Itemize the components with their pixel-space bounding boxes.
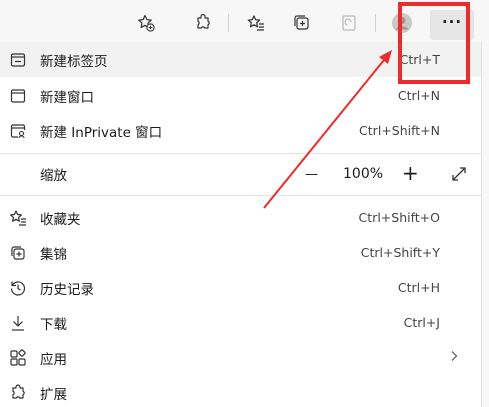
fullscreen-button[interactable]: [450, 165, 468, 187]
menu-item-favorites[interactable]: 收藏夹 Ctrl+Shift+O: [0, 200, 481, 235]
menu-item-label: 新建标签页: [40, 53, 108, 70]
extensions-button[interactable]: [188, 8, 218, 38]
menu-item-label: 下载: [40, 316, 67, 333]
menu-item-downloads[interactable]: 下载 Ctrl+J: [0, 305, 481, 340]
zoom-out-button[interactable]: —: [305, 167, 318, 182]
favorites-list-icon: [247, 15, 264, 31]
menu-item-new-inprivate-window[interactable]: 新建 InPrivate 窗口 Ctrl+Shift+N: [0, 113, 481, 148]
zoom-label: 缩放: [40, 168, 67, 184]
avatar-icon: [392, 13, 412, 33]
apps-icon: [9, 348, 27, 367]
collections-button[interactable]: [287, 8, 317, 38]
menu-item-shortcut: Ctrl+J: [403, 315, 440, 330]
inprivate-window-icon: [9, 122, 27, 140]
menu-item-shortcut: Ctrl+Shift+N: [359, 123, 440, 138]
menu-divider: [0, 153, 481, 154]
menu-item-new-tab[interactable]: 新建标签页 Ctrl+T: [0, 42, 481, 77]
more-icon: ···: [441, 12, 463, 31]
menu-item-extensions[interactable]: 扩展: [0, 375, 481, 407]
menu-item-shortcut: Ctrl+Shift+O: [358, 210, 440, 225]
zoom-level: 100%: [343, 166, 384, 182]
menu-item-label: 应用: [40, 351, 67, 368]
menu-item-shortcut: Ctrl+Shift+Y: [360, 245, 440, 260]
new-window-icon: [9, 87, 27, 105]
menu-item-shortcut: Ctrl+H: [397, 280, 440, 295]
fullscreen-icon: [452, 167, 466, 181]
add-favorite-button[interactable]: [131, 8, 161, 38]
puzzle-icon: [9, 383, 27, 402]
menu-item-new-window[interactable]: 新建窗口 Ctrl+N: [0, 78, 481, 113]
browser-root: ··· 新建标签页 Ctrl+T 新建窗口 Ctrl+N 新建 InPrivat…: [0, 0, 489, 407]
page-icon: [342, 15, 356, 31]
edge-bar-button[interactable]: [334, 8, 364, 38]
favorites-button[interactable]: [241, 8, 271, 38]
menu-item-label: 新建窗口: [40, 89, 94, 106]
menu-item-collections[interactable]: 集锦 Ctrl+Shift+Y: [0, 235, 481, 270]
history-icon: [9, 279, 27, 297]
menu-item-label: 扩展: [40, 386, 67, 403]
menu-item-zoom: 缩放 — 100% +: [0, 156, 481, 192]
collections-icon: [9, 244, 27, 262]
favorites-icon: [9, 209, 27, 227]
menu-item-label: 新建 InPrivate 窗口: [40, 124, 163, 141]
menu-item-history[interactable]: 历史记录 Ctrl+H: [0, 270, 481, 305]
toolbar-separator: [228, 14, 229, 32]
menu-item-shortcut: Ctrl+N: [397, 88, 440, 103]
browser-toolbar: ···: [0, 0, 489, 44]
new-tab-icon: [9, 51, 27, 69]
profile-button[interactable]: [387, 8, 417, 38]
settings-menu: 新建标签页 Ctrl+T 新建窗口 Ctrl+N 新建 InPrivate 窗口…: [0, 42, 482, 407]
menu-item-label: 历史记录: [40, 281, 94, 298]
menu-item-label: 收藏夹: [40, 211, 81, 228]
zoom-in-button[interactable]: +: [402, 161, 419, 185]
menu-item-apps[interactable]: 应用: [0, 340, 481, 375]
collections-icon: [294, 15, 309, 30]
toolbar-separator: [375, 14, 376, 32]
menu-item-label: 集锦: [40, 246, 67, 263]
chevron-right-icon: [449, 350, 459, 365]
star-add-icon: [138, 14, 155, 32]
menu-divider: [0, 195, 481, 196]
download-icon: [9, 314, 27, 332]
puzzle-icon: [197, 13, 210, 29]
settings-more-button[interactable]: ···: [430, 10, 474, 40]
menu-item-shortcut: Ctrl+T: [399, 52, 440, 67]
